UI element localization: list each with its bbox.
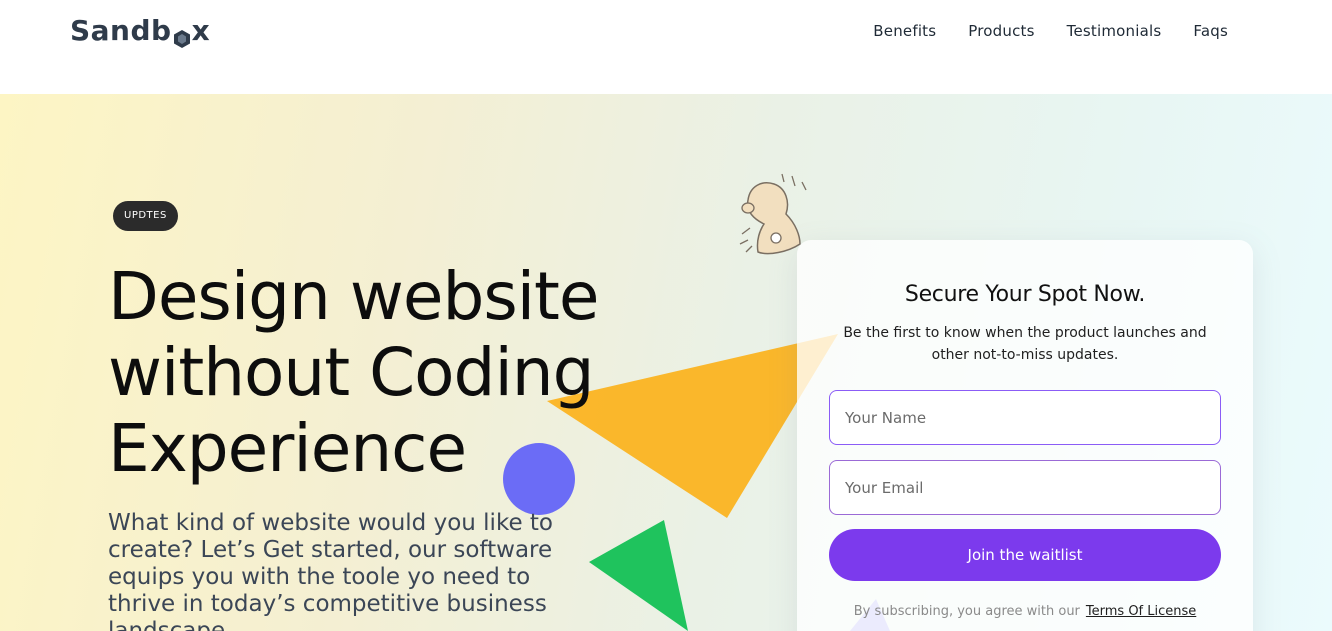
site-header: Sandb x Benefits Products Testimonials F… (0, 0, 1332, 94)
logo-text-end: x (191, 14, 211, 47)
nav-benefits[interactable]: Benefits (873, 22, 936, 40)
updates-badge: UPDTES (113, 201, 178, 231)
terms-text: By subscribing, you agree with our Terms … (797, 604, 1253, 619)
waitlist-card: Secure Your Spot Now. Be the first to kn… (797, 240, 1253, 631)
hero-headline: Design website without Coding Experience (108, 259, 668, 487)
logo-hexagon-icon (173, 23, 191, 48)
green-triangle (589, 520, 688, 631)
terms-prefix: By subscribing, you agree with our (853, 604, 1080, 619)
headline-line-2: without Coding (108, 334, 595, 411)
hero-section: UPDTES Design website without Coding Exp… (0, 94, 1332, 631)
terms-link[interactable]: Terms Of License (1086, 604, 1196, 619)
headline-line-1: Design website (108, 258, 600, 335)
nav-testimonials[interactable]: Testimonials (1067, 22, 1162, 40)
headline-line-3: Experience (108, 410, 467, 487)
card-description: Be the first to know when the product la… (843, 325, 1207, 363)
hero-subtext: What kind of website would you like to c… (108, 510, 553, 631)
bell-icon (739, 173, 807, 255)
name-input[interactable] (829, 390, 1221, 445)
logo-text-start: Sandb (70, 14, 172, 47)
nav-products[interactable]: Products (968, 22, 1034, 40)
join-waitlist-button[interactable]: Join the waitlist (829, 529, 1221, 581)
card-title: Secure Your Spot Now. (904, 282, 1146, 307)
main-nav: Benefits Products Testimonials Faqs (873, 22, 1228, 40)
email-input[interactable] (829, 460, 1221, 515)
nav-faqs[interactable]: Faqs (1193, 22, 1228, 40)
logo[interactable]: Sandb x (70, 14, 211, 48)
